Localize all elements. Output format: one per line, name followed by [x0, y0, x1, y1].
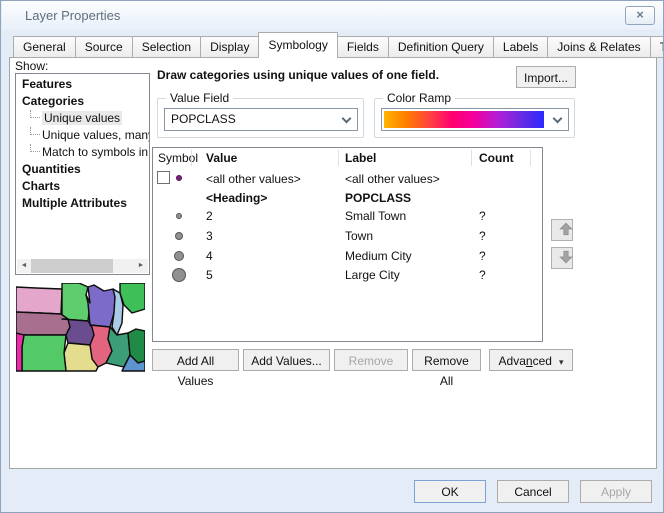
tab-source[interactable]: Source — [75, 36, 133, 58]
dropdown-caret-icon: ▾ — [559, 357, 564, 367]
table-row-all-other-values[interactable]: <all other values> <all other values> — [153, 169, 542, 189]
tree-item-quantities[interactable]: Quantities — [16, 161, 149, 178]
color-ramp-label: Color Ramp — [383, 91, 455, 105]
chevron-down-icon — [342, 114, 352, 124]
table-row-large-city[interactable]: 5 Large City ? — [153, 265, 542, 285]
column-separator — [338, 150, 339, 166]
tree-connector — [30, 110, 40, 118]
scroll-left-icon[interactable]: ◄ — [17, 259, 31, 273]
table-row-town[interactable]: 3 Town ? — [153, 226, 542, 246]
point-symbol-icon[interactable] — [176, 175, 182, 181]
apply-button[interactable]: Apply — [580, 480, 652, 503]
column-header-value: Value — [206, 151, 237, 165]
tree-item-match-to-symbols[interactable]: Match to symbols in a — [16, 144, 149, 161]
column-separator — [530, 150, 531, 166]
column-header-label: Label — [345, 151, 376, 165]
column-header-symbol: Symbol — [158, 151, 198, 165]
point-symbol-icon[interactable] — [175, 232, 183, 240]
column-separator — [191, 150, 192, 166]
tree-connector — [30, 144, 40, 152]
tree-item-categories[interactable]: Categories — [16, 93, 149, 110]
scrollbar-thumb[interactable] — [31, 259, 113, 273]
add-all-values-button[interactable]: Add All Values — [152, 349, 239, 371]
value-field-label: Value Field — [166, 91, 233, 105]
title-bar[interactable]: Layer Properties × — [2, 1, 664, 30]
tab-time[interactable]: Time — [650, 36, 664, 58]
move-down-button[interactable] — [551, 247, 573, 269]
advanced-label: Advanced — [499, 354, 552, 368]
move-up-button[interactable] — [551, 219, 573, 241]
value-field-group: Value Field POPCLASS — [157, 98, 364, 138]
remove-button[interactable]: Remove — [334, 349, 408, 371]
close-icon[interactable]: × — [625, 6, 655, 25]
table-row-medium-city[interactable]: 4 Medium City ? — [153, 246, 542, 266]
tab-definition-query[interactable]: Definition Query — [388, 36, 494, 58]
tab-strip: General Source Selection Display Symbolo… — [13, 34, 664, 58]
value-field-combobox[interactable]: POPCLASS — [164, 108, 358, 131]
map-preview-image — [16, 283, 145, 372]
add-values-button[interactable]: Add Values... — [243, 349, 330, 371]
scroll-right-icon[interactable]: ► — [134, 259, 148, 273]
tree-item-features[interactable]: Features — [16, 76, 149, 93]
tab-joins-relates[interactable]: Joins & Relates — [547, 36, 650, 58]
column-separator — [471, 150, 472, 166]
cancel-button[interactable]: Cancel — [497, 480, 569, 503]
chevron-down-icon — [553, 114, 563, 124]
map-preview — [16, 283, 145, 372]
show-label: Show: — [15, 59, 48, 73]
tree-connector — [30, 127, 40, 135]
show-tree: Features Categories Unique values Unique… — [15, 73, 150, 275]
remove-all-button[interactable]: Remove All — [412, 349, 481, 371]
tree-item-charts[interactable]: Charts — [16, 178, 149, 195]
advanced-button[interactable]: Advanced ▾ — [489, 349, 573, 371]
tree-item-unique-values[interactable]: Unique values — [16, 110, 149, 127]
column-header-count: Count — [479, 151, 514, 165]
table-row-small-town[interactable]: 2 Small Town ? — [153, 206, 542, 226]
arrow-up-icon — [558, 221, 574, 237]
point-symbol-icon[interactable] — [176, 213, 182, 219]
color-ramp-group: Color Ramp — [374, 98, 575, 138]
color-ramp-combobox[interactable] — [381, 108, 569, 131]
ok-button[interactable]: OK — [414, 480, 486, 503]
window-title: Layer Properties — [25, 8, 120, 23]
tab-symbology[interactable]: Symbology — [258, 32, 337, 58]
import-button[interactable]: Import... — [516, 66, 576, 88]
table-row-heading[interactable]: <Heading> POPCLASS — [153, 188, 542, 208]
layer-properties-dialog: Layer Properties × General Source Select… — [0, 0, 664, 513]
unique-values-table: Symbol Value Label Count <all other valu… — [152, 147, 543, 342]
all-other-values-checkbox[interactable] — [157, 171, 170, 184]
tab-fields[interactable]: Fields — [337, 36, 389, 58]
tree-item-multiple-attributes[interactable]: Multiple Attributes — [16, 195, 149, 212]
tree-horizontal-scrollbar[interactable]: ◄ ► — [17, 259, 148, 273]
arrow-down-icon — [558, 249, 574, 265]
scrollbar-track[interactable] — [113, 259, 134, 273]
tab-labels[interactable]: Labels — [493, 36, 548, 58]
tree-item-unique-values-many[interactable]: Unique values, many — [16, 127, 149, 144]
point-symbol-icon[interactable] — [172, 268, 186, 282]
value-field-value: POPCLASS — [171, 112, 236, 126]
color-ramp-gradient — [384, 111, 544, 128]
tab-selection[interactable]: Selection — [132, 36, 201, 58]
method-description: Draw categories using unique values of o… — [157, 68, 439, 82]
point-symbol-icon[interactable] — [174, 251, 184, 261]
symbology-tab-page: Show: Features Categories Unique values … — [9, 57, 657, 469]
tab-display[interactable]: Display — [200, 36, 259, 58]
tab-general[interactable]: General — [13, 36, 76, 58]
